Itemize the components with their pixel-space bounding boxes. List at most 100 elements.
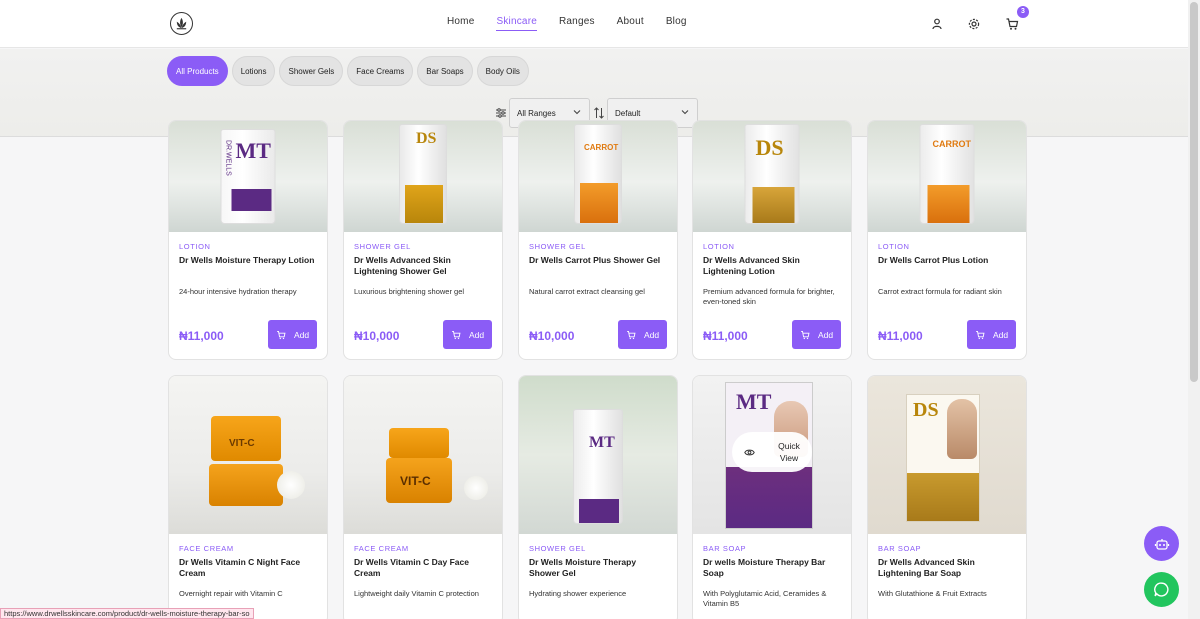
product-price: ₦10,000 (354, 329, 400, 343)
product-card[interactable]: CARROT LOTION Dr Wells Carrot Plus Lotio… (867, 120, 1027, 360)
product-image[interactable]: VIT-C (344, 376, 502, 534)
chip-face-creams[interactable]: Face Creams (347, 56, 414, 86)
settings-gear-icon[interactable] (967, 17, 981, 31)
product-image[interactable]: DS (344, 121, 502, 232)
brand-logo-icon[interactable] (170, 12, 193, 35)
product-category: SHOWER GEL (354, 242, 411, 251)
nav-skincare[interactable]: Skincare (496, 16, 537, 31)
product-card[interactable]: MT DR.WELLS LOTION Dr Wells Moisture The… (168, 120, 328, 360)
add-to-cart-button[interactable]: Add (618, 320, 667, 349)
chip-shower-gels[interactable]: Shower Gels (279, 56, 344, 86)
product-title[interactable]: Dr Wells Carrot Plus Lotion (878, 255, 1018, 266)
add-to-cart-button[interactable]: Add (792, 320, 841, 349)
product-title[interactable]: Dr Wells Advanced Skin Lightening Shower… (354, 255, 494, 277)
product-category: LOTION (703, 242, 735, 251)
main-nav: Home Skincare Ranges About Blog (447, 16, 709, 31)
product-title[interactable]: Dr Wells Moisture Therapy Shower Gel (529, 557, 669, 579)
product-image[interactable]: CARROT (519, 121, 677, 232)
product-image[interactable]: DS (868, 376, 1026, 534)
product-title[interactable]: Dr Wells Advanced Skin Lightening Bar So… (878, 557, 1018, 579)
product-card[interactable]: MT Quick View BAR SOAP Dr wells Moisture… (692, 375, 852, 619)
add-button-label: Add (817, 329, 834, 340)
product-description: Lightweight daily Vitamin C protection (354, 589, 479, 598)
nav-ranges[interactable]: Ranges (559, 16, 595, 31)
cart-icon (277, 330, 286, 339)
cart-icon (976, 330, 985, 339)
product-image[interactable]: MT (519, 376, 677, 534)
product-price: ₦10,000 (529, 329, 575, 343)
cart-icon (627, 330, 636, 339)
quick-view-label: Quick View (778, 441, 800, 463)
product-card[interactable]: MT SHOWER GEL Dr Wells Moisture Therapy … (518, 375, 678, 619)
product-image[interactable]: CARROT (868, 121, 1026, 232)
add-button-label: Add (643, 329, 660, 340)
product-description: Hydrating shower experience (529, 589, 627, 598)
product-card[interactable]: DS BAR SOAP Dr Wells Advanced Skin Light… (867, 375, 1027, 619)
product-card[interactable]: VIT-C FACE CREAM Dr Wells Vitamin C Day … (343, 375, 503, 619)
product-category: FACE CREAM (179, 544, 234, 553)
product-title[interactable]: Dr wells Moisture Therapy Bar Soap (703, 557, 843, 579)
chip-all-products[interactable]: All Products (167, 56, 228, 86)
whatsapp-icon (1154, 582, 1169, 597)
cart-icon[interactable] (1005, 17, 1019, 31)
whatsapp-button[interactable] (1144, 572, 1179, 607)
sort-arrows-icon (594, 107, 604, 119)
scrollbar-track[interactable] (1188, 0, 1200, 619)
chip-bar-soaps[interactable]: Bar Soaps (417, 56, 473, 86)
product-category: SHOWER GEL (529, 544, 586, 553)
add-button-label: Add (468, 329, 485, 340)
product-description: Natural carrot extract cleansing gel (529, 287, 645, 296)
product-title[interactable]: Dr Wells Vitamin C Night Face Cream (179, 557, 319, 579)
product-description: Carrot extract formula for radiant skin (878, 287, 1002, 296)
quick-view-button[interactable]: Quick View (732, 432, 812, 472)
product-image[interactable]: DS (693, 121, 851, 232)
product-description: 24-hour intensive hydration therapy (179, 287, 297, 296)
add-to-cart-button[interactable]: Add (443, 320, 492, 349)
product-image[interactable]: VIT-C (169, 376, 327, 534)
category-chips: All Products Lotions Shower Gels Face Cr… (167, 56, 529, 86)
product-image[interactable]: MT DR.WELLS (169, 121, 327, 232)
product-title[interactable]: Dr Wells Moisture Therapy Lotion (179, 255, 319, 266)
product-price: ₦11,000 (703, 329, 748, 343)
product-category: LOTION (179, 242, 211, 251)
user-icon[interactable] (930, 17, 944, 31)
eye-icon (744, 449, 755, 455)
chip-lotions[interactable]: Lotions (231, 56, 276, 86)
nav-blog[interactable]: Blog (666, 16, 687, 31)
product-card[interactable]: DS SHOWER GEL Dr Wells Advanced Skin Lig… (343, 120, 503, 360)
cart-icon (801, 330, 810, 339)
cart-icon (452, 330, 461, 339)
product-description: Premium advanced formula for brighter, e… (703, 287, 835, 306)
product-card[interactable]: DS LOTION Dr Wells Advanced Skin Lighten… (692, 120, 852, 360)
product-title[interactable]: Dr Wells Carrot Plus Shower Gel (529, 255, 669, 266)
chip-body-oils[interactable]: Body Oils (476, 56, 529, 86)
product-description: Luxurious brightening shower gel (354, 287, 465, 296)
add-to-cart-button[interactable]: Add (967, 320, 1016, 349)
product-card[interactable]: VIT-C FACE CREAM Dr Wells Vitamin C Nigh… (168, 375, 328, 619)
cart-count-badge: 3 (1017, 6, 1029, 18)
product-price: ₦11,000 (179, 329, 224, 343)
chevron-down-icon (681, 110, 689, 115)
chevron-down-icon (573, 110, 581, 115)
product-image[interactable]: MT Quick View (693, 376, 851, 534)
product-title[interactable]: Dr Wells Advanced Skin Lightening Lotion (703, 255, 843, 277)
nav-about[interactable]: About (617, 16, 644, 31)
product-category: FACE CREAM (354, 544, 409, 553)
scrollbar-thumb[interactable] (1190, 2, 1198, 382)
nav-home[interactable]: Home (447, 16, 474, 31)
product-description: Overnight repair with Vitamin C (179, 589, 283, 598)
range-select-value: All Ranges (517, 108, 556, 118)
add-button-label: Add (992, 329, 1009, 340)
add-to-cart-button[interactable]: Add (268, 320, 317, 349)
sort-select-value: Default (615, 108, 641, 118)
product-category: BAR SOAP (878, 544, 922, 553)
product-category: SHOWER GEL (529, 242, 586, 251)
robot-icon (1154, 538, 1169, 550)
chatbot-button[interactable] (1144, 526, 1179, 561)
product-title[interactable]: Dr Wells Vitamin C Day Face Cream (354, 557, 494, 579)
link-status-url: https://www.drwellsskincare.com/product/… (0, 608, 254, 619)
site-header: Home Skincare Ranges About Blog 3 (0, 0, 1188, 48)
add-button-label: Add (293, 329, 310, 340)
product-card[interactable]: CARROT SHOWER GEL Dr Wells Carrot Plus S… (518, 120, 678, 360)
product-description: With Glutathione & Fruit Extracts (878, 589, 987, 598)
